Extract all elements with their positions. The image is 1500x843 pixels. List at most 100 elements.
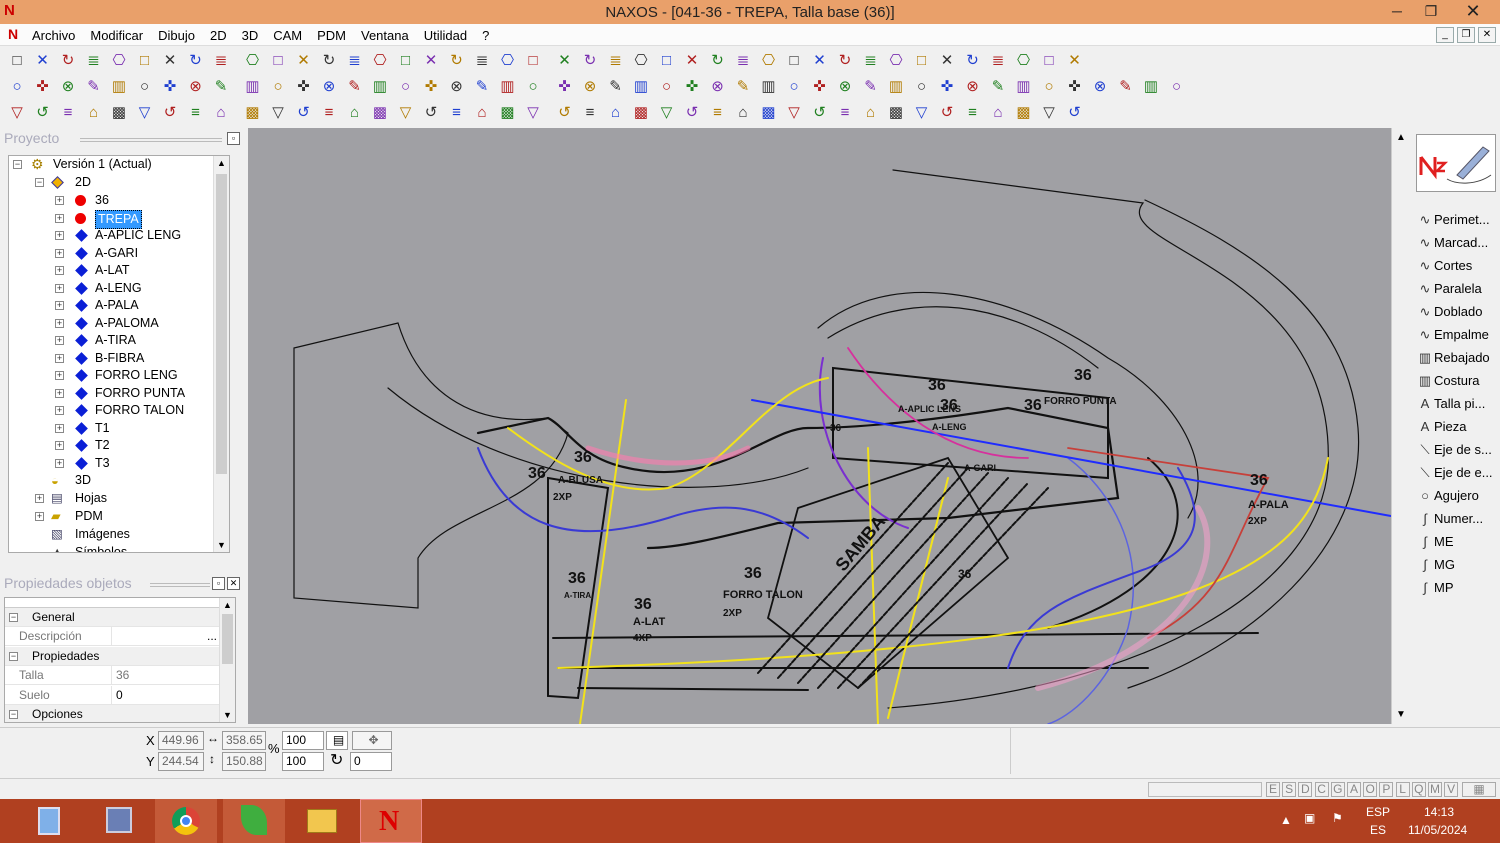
toolbar-tool-icon[interactable]: □ [913, 52, 931, 70]
toolbar-tool-icon[interactable]: ▩ [760, 104, 778, 122]
toolbar-tool-icon[interactable]: ≣ [212, 52, 230, 70]
toolbar-tool-icon[interactable]: ✕ [1066, 52, 1084, 70]
expand-icon[interactable]: + [55, 248, 64, 258]
properties-scrollbar[interactable]: ▲ ▼ [219, 598, 235, 722]
expand-icon[interactable]: + [55, 283, 64, 293]
tool-pieza[interactable]: A Pieza [1416, 416, 1500, 438]
expand-icon[interactable]: + [55, 388, 64, 398]
toolbar-tool-icon[interactable]: ▽ [1040, 104, 1058, 122]
toolbar-tool-icon[interactable]: ⎔ [371, 52, 389, 70]
menu-cam[interactable]: CAM [273, 28, 302, 43]
toolbar-tool-icon[interactable]: ↻ [709, 52, 727, 70]
toolbar-tool-icon[interactable]: ✎ [1117, 78, 1135, 96]
toolbar-tool-icon[interactable]: ↺ [811, 104, 829, 122]
expand-icon[interactable]: + [55, 301, 64, 310]
toolbar-tool-icon[interactable]: ⌂ [862, 104, 880, 122]
menu-2d[interactable]: 2D [210, 28, 227, 43]
toolbar-tool-icon[interactable]: ▩ [499, 104, 517, 122]
menu-help[interactable]: ? [482, 28, 489, 43]
toolbar-tool-icon[interactable]: ✕ [34, 52, 52, 70]
toolbar-tool-icon[interactable]: ⌂ [212, 104, 230, 122]
expand-icon[interactable]: + [55, 318, 64, 328]
collapse-icon[interactable]: − [13, 160, 22, 169]
toolbar-tool-icon[interactable]: ⊗ [581, 78, 599, 96]
toolbar-tool-icon[interactable]: ○ [1040, 78, 1058, 96]
tool-agujero[interactable]: ○ Agujero [1416, 485, 1500, 507]
tray-language[interactable]: ESP [1366, 805, 1390, 819]
tool-empalme[interactable]: ∿ Empalme [1416, 324, 1500, 346]
expand-icon[interactable]: + [55, 458, 64, 468]
toolbar-tool-icon[interactable]: ▽ [397, 104, 415, 122]
toolbar-tool-icon[interactable]: ⊗ [448, 78, 466, 96]
tray-date[interactable]: 11/05/2024 [1408, 823, 1467, 837]
taskbar-folder-icon[interactable] [291, 799, 353, 843]
collapse-icon[interactable]: − [35, 178, 44, 187]
toolbar-tool-icon[interactable]: ≣ [734, 52, 752, 70]
toolbar-tool-icon[interactable]: ▥ [887, 78, 905, 96]
toolbar-tool-icon[interactable]: ↻ [448, 52, 466, 70]
minimize-button[interactable]: ─ [1380, 0, 1414, 24]
expand-icon[interactable]: + [35, 494, 44, 503]
toolbar-tool-icon[interactable]: ≣ [473, 52, 491, 70]
menu-3d[interactable]: 3D [242, 28, 259, 43]
expand-icon[interactable]: + [55, 196, 64, 205]
status-toggle-d[interactable]: D [1298, 782, 1313, 797]
toolbar-tool-icon[interactable]: ○ [913, 78, 931, 96]
toolbar-tool-icon[interactable]: ✕ [938, 52, 956, 70]
status-toggle-l[interactable]: L [1395, 782, 1410, 797]
toolbar-tool-icon[interactable]: ✎ [862, 78, 880, 96]
menu-ventana[interactable]: Ventana [361, 28, 409, 43]
toolbar-tool-icon[interactable]: ✜ [422, 78, 440, 96]
prop-descripcion-value[interactable]: ... [111, 627, 219, 646]
status-toggle-g[interactable]: G [1330, 782, 1345, 797]
toolbar-tool-icon[interactable]: ⊗ [59, 78, 77, 96]
scale-x-field[interactable]: 100 [282, 731, 324, 750]
drawing-canvas[interactable]: 36 36 36 36 36 36 36 36 36 36 36 36 A-BL… [248, 128, 1391, 724]
tray-chevron-icon[interactable]: ▲ [1280, 813, 1292, 827]
group-propiedades[interactable]: − Propiedades [5, 647, 219, 666]
tool-me[interactable]: ∫ ME [1416, 531, 1500, 553]
document-icon[interactable]: N [8, 26, 18, 42]
toolbar-tool-icon[interactable]: ✜ [811, 78, 829, 96]
toolbar-tool-icon[interactable]: ✜ [938, 78, 956, 96]
expand-icon[interactable]: + [55, 353, 64, 363]
toolbar-tool-icon[interactable]: ✎ [607, 78, 625, 96]
toolbar-tool-icon[interactable]: ▥ [499, 78, 517, 96]
toolbar-tool-icon[interactable]: ▽ [269, 104, 287, 122]
toolbar-tool-icon[interactable]: ○ [8, 78, 26, 96]
prop-suelo[interactable]: Suelo 0 [5, 686, 219, 705]
toolbar-tool-icon[interactable]: ▽ [658, 104, 676, 122]
toolbar-tool-icon[interactable]: ✎ [212, 78, 230, 96]
toolbar-tool-icon[interactable]: ≣ [346, 52, 364, 70]
toolbar-tool-icon[interactable]: ⌂ [85, 104, 103, 122]
tool-eje-de-e[interactable]: ⟍ Eje de e... [1416, 462, 1500, 484]
toolbar-tool-icon[interactable]: ↻ [581, 52, 599, 70]
toolbar-tool-icon[interactable]: ⊗ [709, 78, 727, 96]
expand-icon[interactable]: + [55, 441, 64, 450]
toolbar-tool-icon[interactable]: ↻ [836, 52, 854, 70]
toolbar-tool-icon[interactable]: ⎔ [887, 52, 905, 70]
toolbar-tool-icon[interactable]: ✎ [85, 78, 103, 96]
toolbar-tool-icon[interactable]: ↺ [295, 104, 313, 122]
toolbar-tool-icon[interactable]: ✜ [295, 78, 313, 96]
taskbar-chrome-icon[interactable] [155, 799, 217, 843]
toolbar-tool-icon[interactable]: ○ [269, 78, 287, 96]
group-opciones[interactable]: − Opciones [5, 705, 219, 722]
toolbar-tool-icon[interactable]: ✎ [989, 78, 1007, 96]
toolbar-tool-icon[interactable]: ▩ [244, 104, 262, 122]
toolbar-tool-icon[interactable]: ✜ [1066, 78, 1084, 96]
prop-descripcion[interactable]: Descripción ... [5, 627, 219, 646]
status-toggle-s[interactable]: S [1282, 782, 1297, 797]
expand-icon[interactable]: + [55, 371, 64, 380]
toolbar-tool-icon[interactable]: ✕ [422, 52, 440, 70]
grid-icon[interactable]: ▦ [1462, 782, 1496, 797]
toolbar-tool-icon[interactable]: ⎔ [110, 52, 128, 70]
toolbar-tool-icon[interactable]: ⎔ [244, 52, 262, 70]
tray-network-icon[interactable]: ▣ [1304, 811, 1315, 825]
toolbar-tool-icon[interactable]: ▩ [371, 104, 389, 122]
toolbar-tool-icon[interactable]: ↻ [59, 52, 77, 70]
status-toggle-q[interactable]: Q [1411, 782, 1426, 797]
expand-icon[interactable]: + [55, 423, 64, 433]
toolbar-tool-icon[interactable]: ↺ [683, 104, 701, 122]
toolbar-tool-icon[interactable]: ↻ [320, 52, 338, 70]
